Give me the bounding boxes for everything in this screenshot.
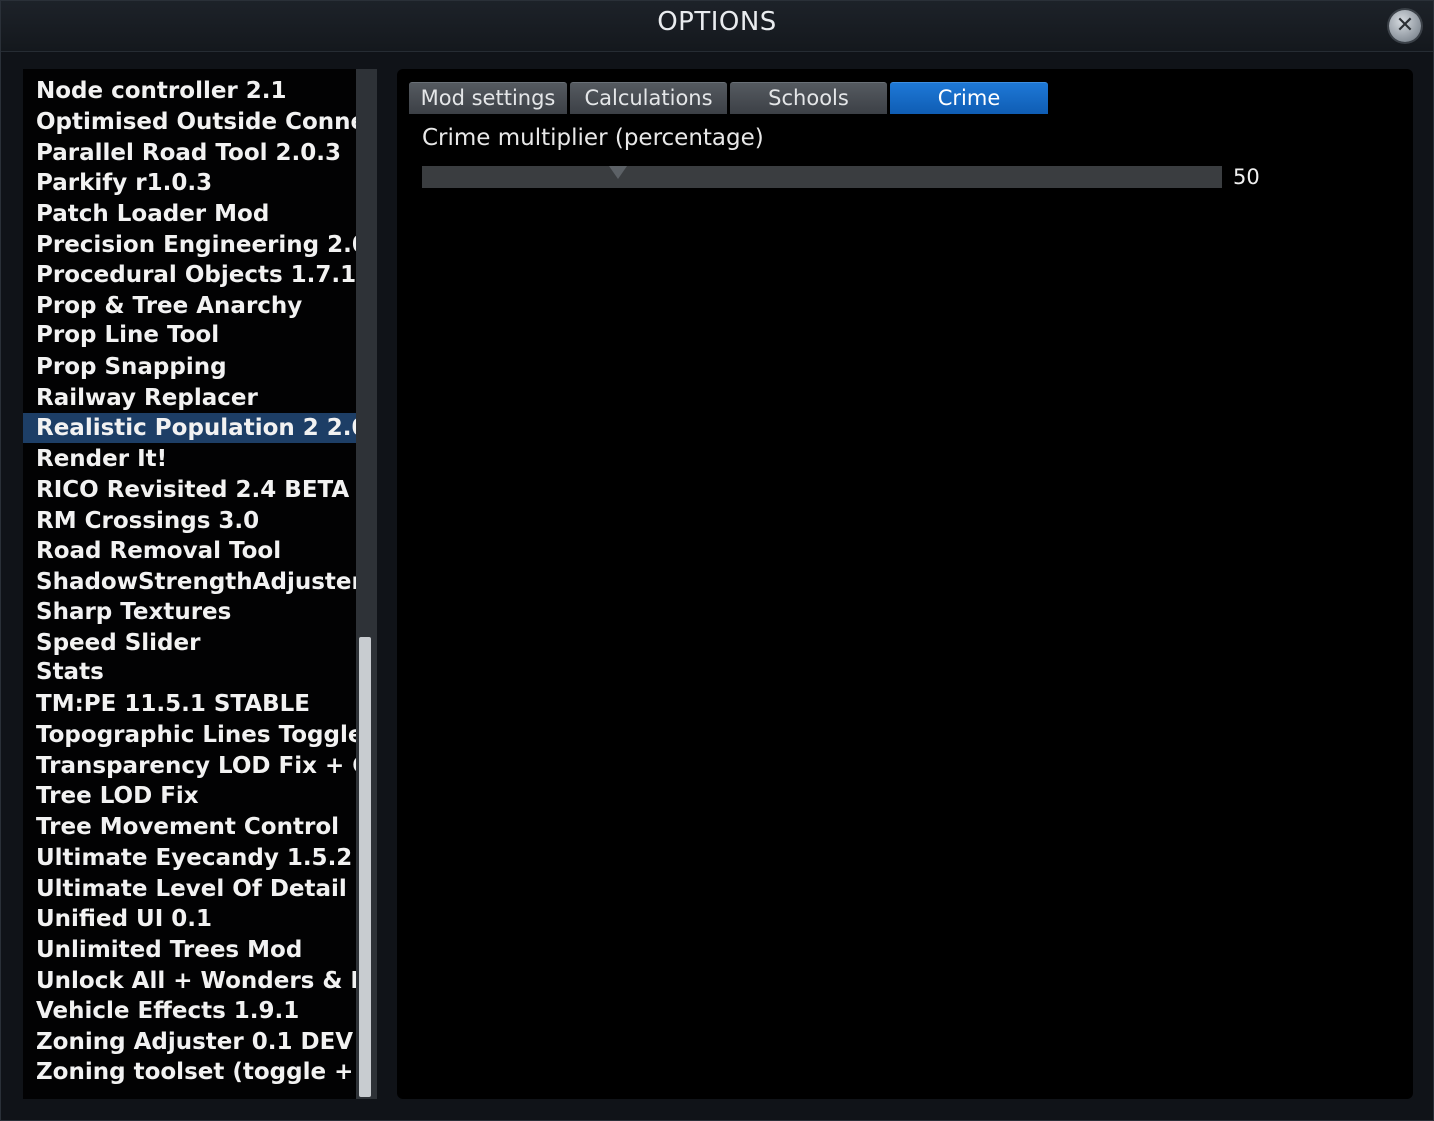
- tab-mod-settings[interactable]: Mod settings: [409, 82, 567, 114]
- options-window: OPTIONS ✕ Node controller 2.1 Optimised O…: [0, 0, 1434, 1121]
- mod-list-item[interactable]: Unlimited Trees Mod: [23, 935, 377, 965]
- mod-list-item[interactable]: Sharp Textures: [23, 597, 377, 627]
- mod-list-item[interactable]: Unlock All + Wonders & La: [23, 966, 377, 996]
- mod-list-item[interactable]: Realistic Population 2 2.0 E: [23, 413, 377, 443]
- tab-schools[interactable]: Schools: [730, 82, 887, 114]
- mod-list-item[interactable]: Precision Engineering 2.0: [23, 230, 377, 260]
- mod-list-item[interactable]: ShadowStrengthAdjuster: [23, 567, 377, 597]
- close-icon[interactable]: ✕: [1389, 10, 1421, 42]
- mod-list-item[interactable]: TM:PE 11.5.1 STABLE: [23, 689, 377, 719]
- mod-list-item[interactable]: Road Removal Tool: [23, 536, 377, 566]
- mod-list-scrollbar[interactable]: [356, 69, 377, 1099]
- mod-list-item[interactable]: Zoning toolset (toggle + up: [23, 1057, 377, 1087]
- mod-list-item[interactable]: Tree LOD Fix: [23, 781, 377, 811]
- crime-multiplier-slider[interactable]: [422, 166, 1222, 188]
- mod-list-item[interactable]: Parkify r1.0.3: [23, 168, 377, 198]
- mod-list-item[interactable]: Topographic Lines Toggle: [23, 720, 377, 750]
- mod-list-item[interactable]: Patch Loader Mod: [23, 199, 377, 229]
- mod-list-item[interactable]: Speed Slider: [23, 628, 377, 658]
- mod-list-item[interactable]: Railway Replacer: [23, 383, 377, 413]
- window-title: OPTIONS: [657, 7, 777, 37]
- mod-list-item[interactable]: Stats: [23, 657, 377, 687]
- tab-calculations[interactable]: Calculations: [570, 82, 727, 114]
- mod-list-item[interactable]: Ultimate Eyecandy 1.5.2: [23, 843, 377, 873]
- mod-list-item[interactable]: Prop Line Tool: [23, 320, 377, 350]
- title-bar: OPTIONS ✕: [1, 1, 1433, 52]
- mod-list[interactable]: Node controller 2.1 Optimised Outside Con…: [23, 69, 377, 1099]
- crime-multiplier-value: 50: [1233, 165, 1260, 189]
- mod-list-item[interactable]: RM Crossings 3.0: [23, 506, 377, 536]
- scrollbar-thumb[interactable]: [359, 637, 371, 1097]
- mod-list-item[interactable]: RICO Revisited 2.4 BETA 1: [23, 475, 377, 505]
- mod-list-item[interactable]: Optimised Outside Connec: [23, 107, 377, 137]
- mod-list-item[interactable]: Tree Movement Control: [23, 812, 377, 842]
- tab-crime[interactable]: Crime: [890, 82, 1048, 114]
- mod-list-item[interactable]: Ultimate Level Of Detail (U: [23, 874, 377, 904]
- mod-list-item[interactable]: Procedural Objects 1.7.1: [23, 260, 377, 290]
- mod-list-item[interactable]: Render It!: [23, 444, 377, 474]
- mod-list-item[interactable]: Node controller 2.1: [23, 76, 377, 106]
- mod-list-item[interactable]: Parallel Road Tool 2.0.3: [23, 138, 377, 168]
- settings-panel: Mod settings Calculations Schools Crime …: [397, 69, 1413, 1099]
- mod-list-item[interactable]: Unified UI 0.1: [23, 904, 377, 934]
- mod-list-item[interactable]: Vehicle Effects 1.9.1: [23, 996, 377, 1026]
- mod-list-item[interactable]: Transparency LOD Fix + Cl: [23, 751, 377, 781]
- mod-list-item[interactable]: Prop Snapping: [23, 352, 377, 382]
- crime-multiplier-label: Crime multiplier (percentage): [422, 125, 764, 151]
- mod-list-item[interactable]: Zoning Adjuster 0.1 DEV 1: [23, 1027, 377, 1057]
- mod-list-item[interactable]: Prop & Tree Anarchy: [23, 291, 377, 321]
- slider-handle[interactable]: [609, 166, 627, 179]
